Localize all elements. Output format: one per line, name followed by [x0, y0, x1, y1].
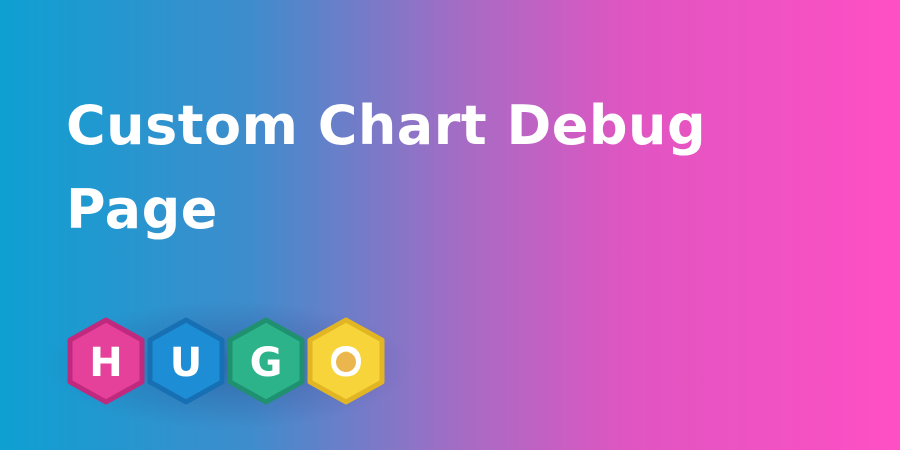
logo-letter-g: G	[250, 340, 283, 386]
logo-o-inner-dot	[336, 352, 356, 372]
logo-letter-u: U	[170, 340, 202, 386]
logo-hex-g: G	[227, 317, 305, 405]
hugo-logo-graphic: H U G O	[67, 317, 385, 405]
hugo-logo: H U G O	[66, 317, 390, 405]
logo-hex-h: H	[67, 317, 145, 405]
logo-hex-u: U	[147, 317, 225, 405]
page-title: Custom Chart Debug Page	[66, 94, 707, 241]
logo-hex-o: O	[307, 317, 385, 405]
hero-card: Custom Chart Debug Page H U G O	[0, 0, 900, 450]
logo-letter-h: H	[89, 340, 122, 386]
